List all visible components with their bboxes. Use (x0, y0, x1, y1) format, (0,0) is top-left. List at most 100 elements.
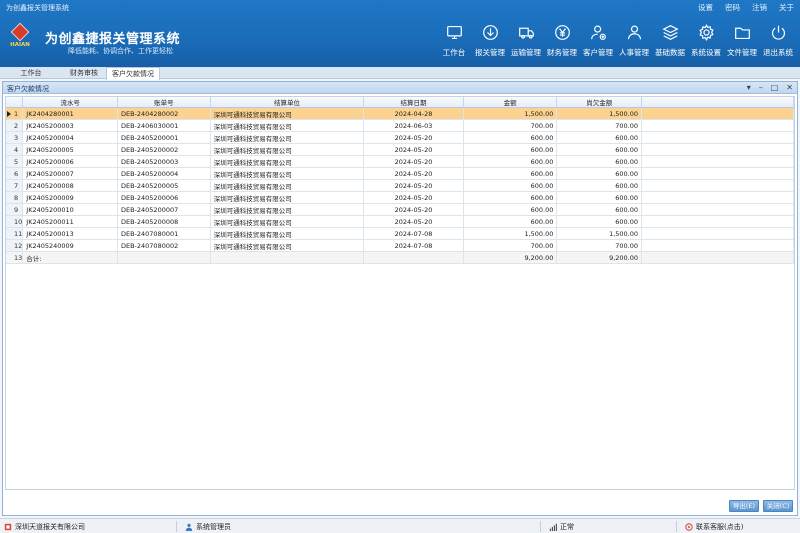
cell-owed: 600.00 (556, 131, 643, 144)
cell-amount: 700.00 (463, 119, 558, 132)
nav-exit[interactable]: 退出系统 (760, 22, 796, 62)
cell-filler (641, 131, 794, 144)
debt-table: 流水号 账单号 结算单位 结算日期 金额 尚欠金额 1 JK2404280001 D… (6, 97, 794, 264)
about-link[interactable]: 关于 (779, 2, 794, 13)
cell-filler (641, 143, 794, 156)
cell-owed: 700.00 (556, 119, 643, 132)
cell-date: 2024-05-20 (363, 167, 464, 180)
col-owed[interactable]: 尚欠金额 (556, 97, 643, 108)
cell-date: 2024-05-20 (363, 131, 464, 144)
customs-icon (482, 25, 498, 40)
brand-name: 为创鑫捷报关管理系统 (45, 32, 181, 47)
cell-owed: 600.00 (556, 179, 643, 192)
debt-grid[interactable]: 流水号 账单号 结算单位 结算日期 金额 尚欠金额 1 JK2404280001 D… (5, 96, 795, 490)
cell-owed: 700.00 (556, 239, 643, 252)
cell-bill: DEB-2405200007 (117, 203, 211, 216)
signal-icon (549, 523, 557, 531)
cell-serial: JK2405200011 (22, 215, 118, 228)
cell-date: 2024-07-08 (363, 227, 464, 240)
cell-serial: JK2405240009 (22, 239, 118, 252)
cell-filler (641, 227, 794, 240)
col-date[interactable]: 结算日期 (363, 97, 464, 108)
nav-transport[interactable]: 运输管理 (508, 22, 544, 62)
support-icon (685, 523, 693, 531)
window-title: 为创鑫报关管理系统 (6, 4, 69, 12)
nav-customer[interactable]: 客户管理 (580, 22, 616, 62)
tab-bar: 工作台 财务审核 客户欠款情况 (0, 67, 800, 80)
col-filler (641, 97, 794, 108)
col-unit[interactable]: 结算单位 (210, 97, 365, 108)
dropdown-icon[interactable]: ▾ (747, 82, 751, 94)
total-row-number: 13 (6, 251, 24, 264)
cell-filler (641, 215, 794, 228)
table-row[interactable]: 12 JK2405240009 DEB-2407080002 深圳可通科技贸易有限公司… (6, 239, 794, 252)
logout-link[interactable]: 注销 (752, 2, 767, 13)
password-link[interactable]: 密码 (725, 2, 740, 13)
cell-serial: JK2404280001 (22, 107, 118, 120)
cell-bill: DEB-2405200006 (117, 191, 211, 204)
company-logo: HAIAN (5, 22, 35, 49)
nav-customs[interactable]: 报关管理 (472, 22, 508, 62)
col-amount[interactable]: 金额 (463, 97, 558, 108)
table-row[interactable]: 1 JK2404280001 DEB-2404280002 深圳可通科技贸易有限公司 2… (6, 107, 794, 120)
cell-serial: JK2405200003 (22, 119, 118, 132)
table-header-row: 流水号 账单号 结算单位 结算日期 金额 尚欠金额 (6, 97, 794, 108)
tab-finance-audit[interactable]: 财务审核 (56, 67, 112, 79)
top-links: 设置 密码 注销 关于 (698, 2, 794, 13)
nav-file-management[interactable]: 文件管理 (724, 22, 760, 62)
cell-date: 2024-07-08 (363, 239, 464, 252)
table-row[interactable]: 11 JK2405200013 DEB-2407080001 深圳可通科技贸易有限公司… (6, 227, 794, 240)
cell-date: 2024-05-20 (363, 203, 464, 216)
truck-icon (518, 27, 534, 39)
tab-workbench[interactable]: 工作台 (4, 67, 58, 79)
nav-finance[interactable]: 财务管理 (544, 22, 580, 62)
table-row[interactable]: 9 JK2405200010 DEB-2405200007 深圳可通科技贸易有限公司 2… (6, 203, 794, 216)
col-bill[interactable]: 账单号 (117, 97, 211, 108)
cell-empty (363, 251, 464, 264)
cell-filler (641, 167, 794, 180)
window-titlebar: 客户欠款情况 ▾ – □ ✕ (3, 82, 797, 94)
table-row[interactable]: 2 JK2405200003 DEB-2406030001 深圳可通科技贸易有限公司 2… (6, 119, 794, 132)
table-row[interactable]: 10 JK2405200011 DEB-2405200008 深圳可通科技贸易有限公司… (6, 215, 794, 228)
cell-filler (641, 251, 794, 264)
nav-workbench[interactable]: 工作台 (436, 22, 472, 62)
tab-customer-debt[interactable]: 客户欠款情况 (106, 67, 160, 80)
cell-filler (641, 203, 794, 216)
cell-filler (641, 179, 794, 192)
total-amount: 9,200.00 (463, 251, 558, 264)
cell-serial: JK2405200008 (22, 179, 118, 192)
table-row[interactable]: 5 JK2405200006 DEB-2405200003 深圳可通科技贸易有限公司 2… (6, 155, 794, 168)
minimize-icon[interactable]: – (759, 82, 763, 94)
cell-filler (641, 107, 794, 120)
settings-link[interactable]: 设置 (698, 2, 713, 13)
maximize-icon[interactable]: □ (771, 82, 779, 94)
row-number: 5 (6, 155, 24, 168)
nav-basic-data[interactable]: 基础数据 (652, 22, 688, 62)
cell-serial: JK2405200013 (22, 227, 118, 240)
row-number: 9 (6, 203, 24, 216)
nav-system-settings[interactable]: 系统设置 (688, 22, 724, 62)
table-row[interactable]: 3 JK2405200004 DEB-2405200001 深圳可通科技贸易有限公司 2… (6, 131, 794, 144)
cell-date: 2024-05-20 (363, 155, 464, 168)
cell-serial: JK2405200006 (22, 155, 118, 168)
cell-unit: 深圳可通科技贸易有限公司 (210, 167, 365, 180)
table-row[interactable]: 7 JK2405200008 DEB-2405200005 深圳可通科技贸易有限公司 2… (6, 179, 794, 192)
status-user: 系统管理员 (185, 522, 231, 532)
row-number: 2 (6, 119, 24, 132)
cell-bill: DEB-2405200001 (117, 131, 211, 144)
nav-personnel[interactable]: 人事管理 (616, 22, 652, 62)
close-icon[interactable]: ✕ (786, 82, 793, 94)
export-button[interactable]: 导出(E) (729, 500, 759, 512)
table-row[interactable]: 8 JK2405200009 DEB-2405200006 深圳可通科技贸易有限公司 2… (6, 191, 794, 204)
cell-owed: 600.00 (556, 155, 643, 168)
cell-amount: 1,500.00 (463, 227, 558, 240)
col-serial[interactable]: 流水号 (22, 97, 118, 108)
cell-serial: JK2405200005 (22, 143, 118, 156)
close-button[interactable]: 关闭(C) (763, 500, 793, 512)
cell-bill: DEB-2407080001 (117, 227, 211, 240)
table-row[interactable]: 6 JK2405200007 DEB-2405200004 深圳可通科技贸易有限公司 2… (6, 167, 794, 180)
table-row[interactable]: 4 JK2405200005 DEB-2405200002 深圳可通科技贸易有限公司 2… (6, 143, 794, 156)
row-number: 7 (6, 179, 24, 192)
support-link[interactable]: 联系客服(点击) (685, 522, 743, 532)
cell-serial: JK2405200009 (22, 191, 118, 204)
